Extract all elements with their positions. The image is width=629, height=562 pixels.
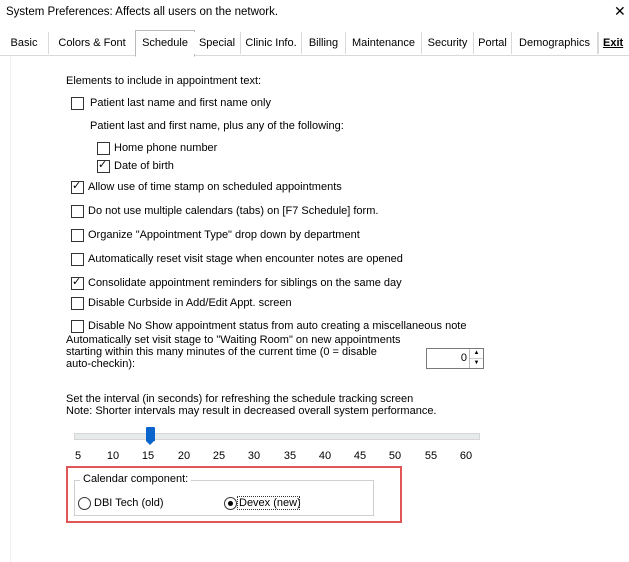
tab-special[interactable]: Special (194, 32, 241, 54)
label-date-of-birth: Date of birth (114, 160, 174, 172)
elements-heading: Elements to include in appointment text: (66, 75, 262, 87)
refresh-slider-thumb-tip (146, 441, 154, 445)
calendar-component-title: Calendar component: (80, 473, 192, 485)
label-disable-curbside: Disable Curbside in Add/Edit Appt. scree… (88, 297, 292, 309)
checkmark-icon: ✓ (72, 180, 82, 192)
label-consolidate-reminders: Consolidate appointment reminders for si… (88, 277, 402, 289)
slider-tick-label: 10 (106, 450, 120, 462)
slider-tick-label: 50 (388, 450, 402, 462)
label-time-stamp: Allow use of time stamp on scheduled app… (88, 181, 342, 193)
checkbox-date-of-birth[interactable]: ✓ (97, 159, 110, 173)
label-organize-appt-type: Organize "Appointment Type" drop down by… (88, 229, 360, 241)
label-reset-visit-stage: Automatically reset visit stage when enc… (88, 253, 403, 265)
tab-security[interactable]: Security (422, 32, 474, 54)
auto-checkin-minutes-value[interactable]: 0 (461, 352, 467, 364)
auto-checkin-text-line1: Automatically set visit stage to "Waitin… (66, 334, 401, 346)
slider-tick-label: 20 (177, 450, 191, 462)
exit-button[interactable]: Exit (598, 32, 629, 54)
tab-basic[interactable]: Basic (0, 32, 49, 54)
label-disable-no-show: Disable No Show appointment status from … (88, 320, 467, 332)
tab-bar: Basic Colors & Font Schedule Special Cli… (0, 30, 629, 57)
label-multi-calendars: Do not use multiple calendars (tabs) on … (88, 205, 379, 217)
checkmark-icon: ✓ (98, 159, 108, 171)
refresh-slider-thumb[interactable] (146, 427, 155, 441)
tab-demographics[interactable]: Demographics (512, 32, 598, 54)
checkbox-time-stamp[interactable]: ✓ (71, 180, 84, 194)
slider-tick-label: 45 (353, 450, 367, 462)
focus-indicator (237, 496, 300, 510)
checkbox-organize-appt-type[interactable] (71, 229, 84, 242)
plus-heading: Patient last and first name, plus any of… (90, 120, 344, 132)
tab-schedule[interactable]: Schedule (135, 30, 195, 57)
tab-maintenance[interactable]: Maintenance (346, 32, 422, 54)
slider-tick-label: 55 (424, 450, 438, 462)
slider-tick-label: 25 (212, 450, 226, 462)
label-last-first-only: Patient last name and first name only (90, 97, 271, 109)
tab-colors-font[interactable]: Colors & Font (49, 32, 136, 54)
checkmark-icon: ✓ (72, 276, 82, 288)
slider-tick-label: 60 (459, 450, 473, 462)
checkbox-consolidate-reminders[interactable]: ✓ (71, 276, 84, 290)
slider-tick-label: 5 (74, 450, 82, 462)
slider-tick-label: 35 (283, 450, 297, 462)
label-dbi-tech: DBI Tech (old) (94, 497, 164, 509)
stepper-up-icon[interactable]: ▲ (470, 349, 483, 359)
auto-checkin-text-line3: auto-checkin): (66, 358, 136, 370)
tab-billing[interactable]: Billing (302, 32, 346, 54)
auto-checkin-text-line2: starting within this many minutes of the… (66, 346, 377, 358)
refresh-text-line1: Set the interval (in seconds) for refres… (66, 393, 414, 405)
tab-portal[interactable]: Portal (474, 32, 512, 54)
tab-clinic-info[interactable]: Clinic Info. (241, 32, 302, 54)
radio-dbi-tech[interactable] (78, 497, 91, 510)
radio-devex[interactable] (224, 497, 237, 510)
checkbox-multi-calendars[interactable] (71, 205, 84, 218)
auto-checkin-minutes-stepper[interactable]: 0 ▲ ▼ (426, 348, 484, 369)
panel-border (10, 56, 11, 562)
stepper-buttons: ▲ ▼ (469, 349, 483, 368)
refresh-text-line2: Note: Shorter intervals may result in de… (66, 405, 437, 417)
checkbox-home-phone[interactable] (97, 142, 110, 155)
slider-tick-label: 40 (318, 450, 332, 462)
checkbox-last-first-only[interactable] (71, 97, 84, 110)
title-bar: System Preferences: Affects all users on… (0, 0, 629, 24)
checkbox-disable-curbside[interactable] (71, 297, 84, 310)
checkbox-disable-no-show[interactable] (71, 320, 84, 333)
radio-selected-dot (228, 501, 233, 506)
refresh-slider-track[interactable] (74, 433, 480, 440)
slider-tick-label: 15 (141, 450, 155, 462)
stepper-down-icon[interactable]: ▼ (470, 359, 483, 368)
close-icon[interactable]: ✕ (614, 4, 626, 18)
label-home-phone: Home phone number (114, 142, 218, 154)
window-title: System Preferences: Affects all users on… (6, 6, 279, 18)
checkbox-reset-visit-stage[interactable] (71, 253, 84, 266)
slider-tick-label: 30 (247, 450, 261, 462)
